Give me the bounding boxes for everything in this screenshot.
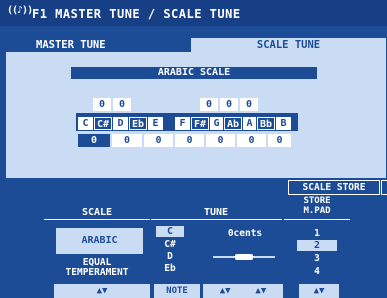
speaker-icon: ((♪)) — [7, 5, 33, 16]
note-button[interactable]: NOTE — [154, 284, 200, 298]
note-key[interactable]: E — [148, 117, 163, 130]
upper-value[interactable]: 0 — [220, 98, 238, 111]
tune-slider-thumb[interactable] — [235, 254, 253, 260]
scale-store-edge — [381, 180, 387, 195]
down-arrow-icon: ▼ — [319, 286, 325, 296]
upper-value[interactable]: 0 — [113, 98, 131, 111]
tab-scale-tune[interactable]: SCALE TUNE — [191, 38, 386, 52]
tune-note[interactable]: C# — [156, 239, 184, 250]
upper-value[interactable]: 0 — [200, 98, 218, 111]
lower-value[interactable]: 0 — [206, 134, 235, 147]
note-key[interactable]: F — [175, 117, 190, 130]
title-bar: ((♪)) F1 MASTER TUNE / SCALE TUNE — [0, 0, 387, 26]
lower-value[interactable]: 0 — [237, 134, 266, 147]
tune-slider[interactable] — [213, 254, 275, 260]
note-key[interactable]: Eb — [129, 117, 147, 130]
store-pad-selected[interactable]: 2 — [297, 240, 337, 251]
note-key[interactable]: C# — [94, 117, 112, 130]
scale-alt[interactable]: EQUAL TEMPERAMENT — [44, 258, 150, 278]
scale-header-underline — [44, 219, 150, 220]
note-key[interactable]: Ab — [224, 117, 242, 130]
lower-value[interactable]: 0 — [268, 134, 291, 147]
note-key[interactable]: C — [78, 117, 93, 130]
tune-header-underline — [151, 219, 282, 220]
scale-header: SCALE — [81, 207, 113, 218]
scale-value[interactable]: ARABIC — [56, 228, 143, 254]
note-key[interactable]: Bb — [257, 117, 275, 130]
down-arrow-icon: ▼ — [102, 286, 108, 296]
page-title: F1 MASTER TUNE / SCALE TUNE — [32, 7, 241, 21]
note-key[interactable]: D — [113, 117, 128, 130]
note-key[interactable]: F# — [191, 117, 209, 130]
scale-name-label: ARABIC SCALE — [71, 67, 317, 79]
store-header: STORE M.PAD — [303, 196, 331, 216]
tab-master-tune[interactable]: MASTER TUNE — [6, 38, 191, 52]
lower-value[interactable]: 0 — [78, 134, 110, 147]
tune-cents: 0cents — [227, 228, 263, 239]
down-arrow-icon: ▼ — [260, 286, 267, 296]
store-pad[interactable]: 1 — [297, 228, 337, 239]
note-key[interactable]: G — [210, 117, 223, 130]
lower-value[interactable]: 0 — [144, 134, 173, 147]
tune-up-down-button[interactable]: ▲▼ ▲▼ — [203, 284, 283, 298]
note-key[interactable]: A — [243, 117, 256, 130]
store-header-underline — [284, 219, 350, 220]
note-key[interactable]: B — [276, 117, 291, 130]
tune-note-selected[interactable]: C — [156, 226, 184, 237]
upper-value[interactable]: 0 — [93, 98, 111, 111]
tune-header: TUNE — [203, 207, 229, 218]
store-pad[interactable]: 4 — [297, 266, 337, 277]
store-up-down-button[interactable]: ▲▼ — [299, 284, 339, 298]
lower-value[interactable]: 0 — [175, 134, 204, 147]
down-arrow-icon: ▼ — [225, 286, 231, 296]
lower-value[interactable]: 0 — [112, 134, 142, 147]
tune-note[interactable]: Eb — [156, 263, 184, 274]
scale-up-down-button[interactable]: ▲▼ — [54, 284, 150, 298]
tune-note[interactable]: D — [156, 251, 184, 262]
store-pad[interactable]: 3 — [297, 253, 337, 264]
scale-store-button[interactable]: SCALE STORE — [288, 180, 380, 195]
upper-value[interactable]: 0 — [240, 98, 258, 111]
